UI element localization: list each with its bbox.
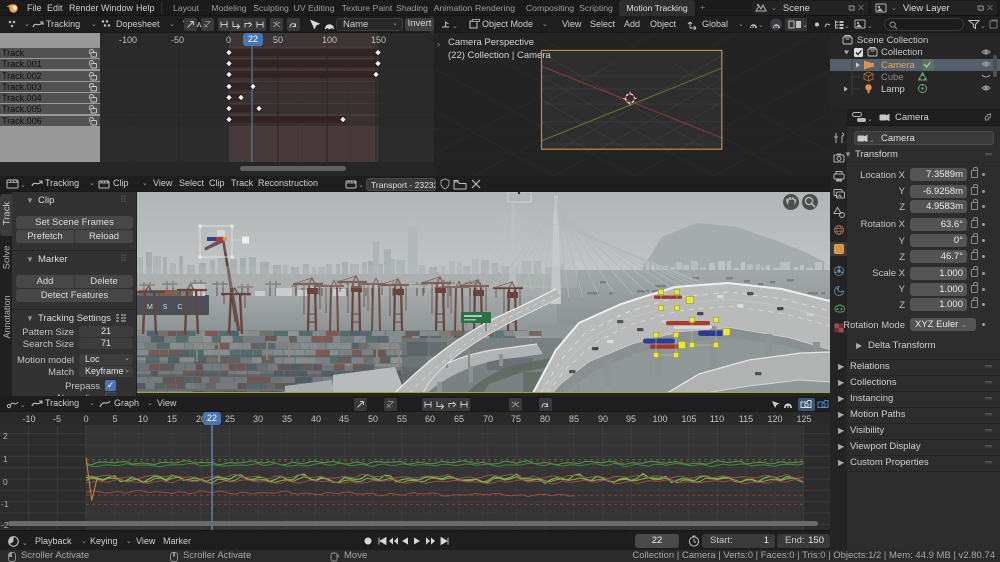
svg-text:⌄: ⌄	[869, 137, 875, 143]
svg-text:⌄: ⌄	[867, 23, 873, 30]
svg-text:(22) Collection | Camera: (22) Collection | Camera	[448, 50, 552, 61]
svg-text:⌄: ⌄	[358, 182, 364, 189]
svg-text:›: ›	[437, 39, 440, 49]
svg-text:⌄: ⌄	[20, 402, 26, 409]
svg-text:⌄: ⌄	[22, 540, 28, 547]
svg-text:Collection: Collection	[881, 47, 923, 58]
svg-text:⌄: ⌄	[758, 22, 764, 29]
svg-text:Lamp: Lamp	[881, 84, 905, 95]
svg-text:⌄: ⌄	[980, 23, 986, 30]
svg-text:Camera Perspective: Camera Perspective	[448, 37, 534, 48]
svg-text:0: 0	[3, 477, 8, 487]
svg-text:⌄: ⌄	[802, 22, 808, 29]
svg-text:2: 2	[3, 431, 8, 441]
svg-text:⌄: ⌄	[20, 182, 26, 189]
svg-text:Scene Collection: Scene Collection	[857, 35, 928, 46]
svg-text:Cube: Cube	[881, 72, 904, 83]
svg-text:-1: -1	[1, 499, 9, 509]
svg-text:Camera: Camera	[881, 60, 916, 71]
svg-text:M S C: M S C	[147, 304, 186, 311]
svg-text:⌄: ⌄	[867, 116, 873, 123]
svg-text:-2: -2	[1, 520, 9, 530]
svg-text:⌄: ⌄	[844, 23, 848, 30]
svg-text:1: 1	[3, 454, 8, 464]
svg-text:⌄: ⌄	[452, 23, 458, 30]
